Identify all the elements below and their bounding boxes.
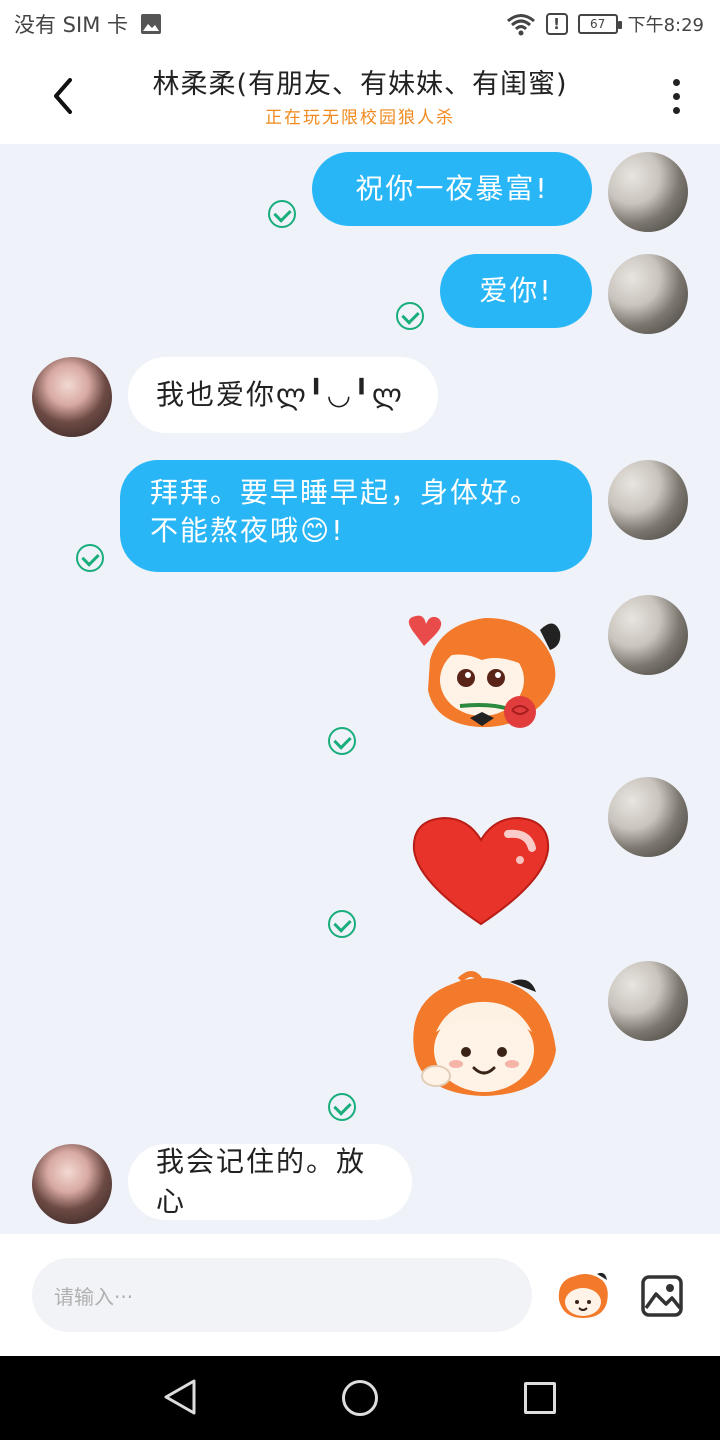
my-avatar[interactable] xyxy=(608,777,688,857)
message-bubble-received[interactable]: 我会记住的。放心 xyxy=(128,1144,412,1220)
system-nav-bar xyxy=(0,1356,720,1440)
read-check-icon xyxy=(396,302,424,330)
chat-area[interactable]: 祝你一夜暴富! 爱你! 我也爱你ლ╹◡╹ლ 拜拜。要早睡早起，身体好。 不能熬夜… xyxy=(0,144,720,1234)
red-heart-sticker[interactable] xyxy=(408,812,554,930)
read-check-icon xyxy=(328,727,356,755)
chat-header: 林柔柔(有朋友、有妹妹、有闺蜜) 正在玩无限校园狼人杀 xyxy=(0,48,720,144)
message-bubble-sent[interactable]: 祝你一夜暴富! xyxy=(312,152,592,226)
contact-name: 林柔柔(有朋友、有妹妹、有闺蜜) xyxy=(152,69,568,100)
my-avatar[interactable] xyxy=(608,595,688,675)
smiling-girl-sticker[interactable] xyxy=(400,970,564,1102)
my-avatar[interactable] xyxy=(608,961,688,1041)
nav-back-icon[interactable] xyxy=(162,1378,198,1416)
contact-avatar[interactable] xyxy=(32,357,112,437)
message-bubble-received[interactable]: 我也爱你ლ╹◡╹ლ xyxy=(128,357,438,433)
my-avatar[interactable] xyxy=(608,460,688,540)
nav-home-icon[interactable] xyxy=(342,1380,378,1416)
nav-recents-icon[interactable] xyxy=(524,1382,556,1414)
rose-girl-sticker[interactable] xyxy=(390,610,574,740)
read-check-icon xyxy=(328,910,356,938)
image-picker-icon[interactable] xyxy=(640,1274,684,1318)
status-bar: 没有 SIM 卡 ! 67 下午8:29 xyxy=(0,0,720,48)
message-bubble-sent[interactable]: 拜拜。要早睡早起，身体好。 不能熬夜哦😊! xyxy=(120,460,592,572)
alert-icon: ! xyxy=(545,13,568,35)
contact-status: 正在玩无限校园狼人杀 xyxy=(265,108,455,128)
wifi-icon xyxy=(506,14,535,36)
my-avatar[interactable] xyxy=(608,152,688,232)
battery-icon: 67 xyxy=(577,14,622,34)
image-notification-icon xyxy=(141,14,161,34)
read-check-icon xyxy=(76,544,104,572)
back-arrow-icon[interactable] xyxy=(38,66,88,126)
contact-avatar[interactable] xyxy=(32,1144,112,1224)
carrier-text: 没有 SIM 卡 xyxy=(14,13,128,37)
clock-text: 下午8:29 xyxy=(627,15,704,36)
more-options-icon[interactable] xyxy=(656,74,696,118)
input-bar: 请输入··· xyxy=(0,1234,720,1356)
read-check-icon xyxy=(328,1093,356,1121)
message-input[interactable]: 请输入··· xyxy=(32,1258,532,1332)
sticker-picker-icon[interactable] xyxy=(553,1270,613,1322)
read-check-icon xyxy=(268,200,296,228)
my-avatar[interactable] xyxy=(608,254,688,334)
message-bubble-sent[interactable]: 爱你! xyxy=(440,254,592,328)
